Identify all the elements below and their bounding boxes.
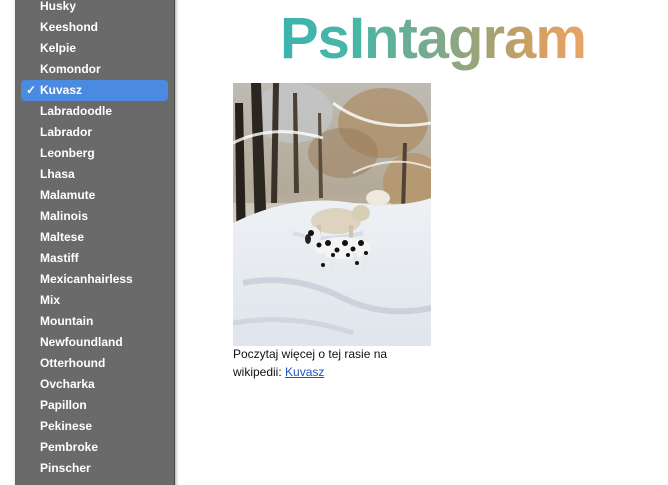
checkmark-icon: ✓: [26, 83, 37, 97]
dropdown-option-label: Mastiff: [40, 251, 79, 265]
dropdown-option-ovcharka[interactable]: Ovcharka: [15, 374, 174, 395]
dropdown-option-papillon[interactable]: Papillon: [15, 395, 174, 416]
dropdown-option-label: Labradoodle: [40, 104, 113, 118]
page: Husky Keeshond Kelpie Komondor ✓ Kuvasz Labrad…: [0, 0, 668, 485]
dropdown-option-labrador[interactable]: Labrador: [15, 122, 174, 143]
dropdown-option-label: Mountain: [40, 314, 94, 328]
dropdown-option-label: Leonberg: [40, 146, 95, 160]
dropdown-option-label: Mix: [40, 293, 61, 307]
dropdown-option-label: Pembroke: [40, 440, 99, 454]
dropdown-option-pinscher[interactable]: Pinscher: [15, 458, 174, 479]
dropdown-option-label: Otterhound: [40, 356, 106, 370]
dropdown-option-newfoundland[interactable]: Newfoundland: [15, 332, 174, 353]
left-gutter: [0, 0, 15, 485]
dropdown-option-mastiff[interactable]: Mastiff: [15, 248, 174, 269]
dropdown-option-leonberg[interactable]: Leonberg: [15, 143, 174, 164]
dropdown-option-komondor[interactable]: Komondor: [15, 59, 174, 80]
dropdown-option-mix[interactable]: Mix: [15, 290, 174, 311]
dropdown-option-pekinese[interactable]: Pekinese: [15, 416, 174, 437]
wikipedia-link[interactable]: Kuvasz: [285, 365, 324, 379]
dropdown-option-otterhound[interactable]: Otterhound: [15, 353, 174, 374]
dropdown-option-kelpie[interactable]: Kelpie: [15, 38, 174, 59]
dropdown-option-malinois[interactable]: Malinois: [15, 206, 174, 227]
dropdown-option-malamute[interactable]: Malamute: [15, 185, 174, 206]
dropdown-option-lhasa[interactable]: Lhasa: [15, 164, 174, 185]
dropdown-option-maltese[interactable]: Maltese: [15, 227, 174, 248]
dropdown-option-mountain[interactable]: Mountain: [15, 311, 174, 332]
dropdown-option-label: Mexicanhairless: [40, 272, 133, 286]
dropdown-option-label: Maltese: [40, 230, 85, 244]
dropdown-option-label: Keeshond: [40, 20, 99, 34]
dropdown-option-label: Lhasa: [40, 167, 75, 181]
dropdown-option-label: Pekinese: [40, 419, 93, 433]
app-logo: PsIntagram: [280, 4, 587, 74]
dropdown-option-kuvasz[interactable]: ✓ Kuvasz: [21, 80, 168, 101]
dropdown-option-label: Papillon: [40, 398, 87, 412]
dropdown-option-keeshond[interactable]: Keeshond: [15, 17, 174, 38]
dropdown-option-label: Newfoundland: [40, 335, 123, 349]
dropdown-option-label: Malinois: [40, 209, 89, 223]
breed-dropdown-menu[interactable]: Husky Keeshond Kelpie Komondor ✓ Kuvasz Labrad…: [15, 0, 175, 485]
dropdown-option-label: Husky: [40, 0, 77, 13]
dropdown-option-mexicanhairless[interactable]: Mexicanhairless: [15, 269, 174, 290]
dropdown-option-pembroke[interactable]: Pembroke: [15, 437, 174, 458]
breed-caption: Poczytaj więcej o tej rasie na wikipedii…: [233, 345, 423, 381]
dropdown-option-label: Pinscher: [40, 461, 91, 475]
dropdown-option-husky[interactable]: Husky: [15, 0, 174, 17]
dropdown-option-label: Ovcharka: [40, 377, 95, 391]
dropdown-option-labradoodle[interactable]: Labradoodle: [15, 101, 174, 122]
dropdown-option-label: Komondor: [40, 62, 101, 76]
dropdown-option-label: Malamute: [40, 188, 96, 202]
dropdown-option-label: Kuvasz: [40, 83, 83, 97]
dog-photo: [233, 83, 431, 346]
dropdown-option-label: Kelpie: [40, 41, 77, 55]
dropdown-option-label: Labrador: [40, 125, 93, 139]
